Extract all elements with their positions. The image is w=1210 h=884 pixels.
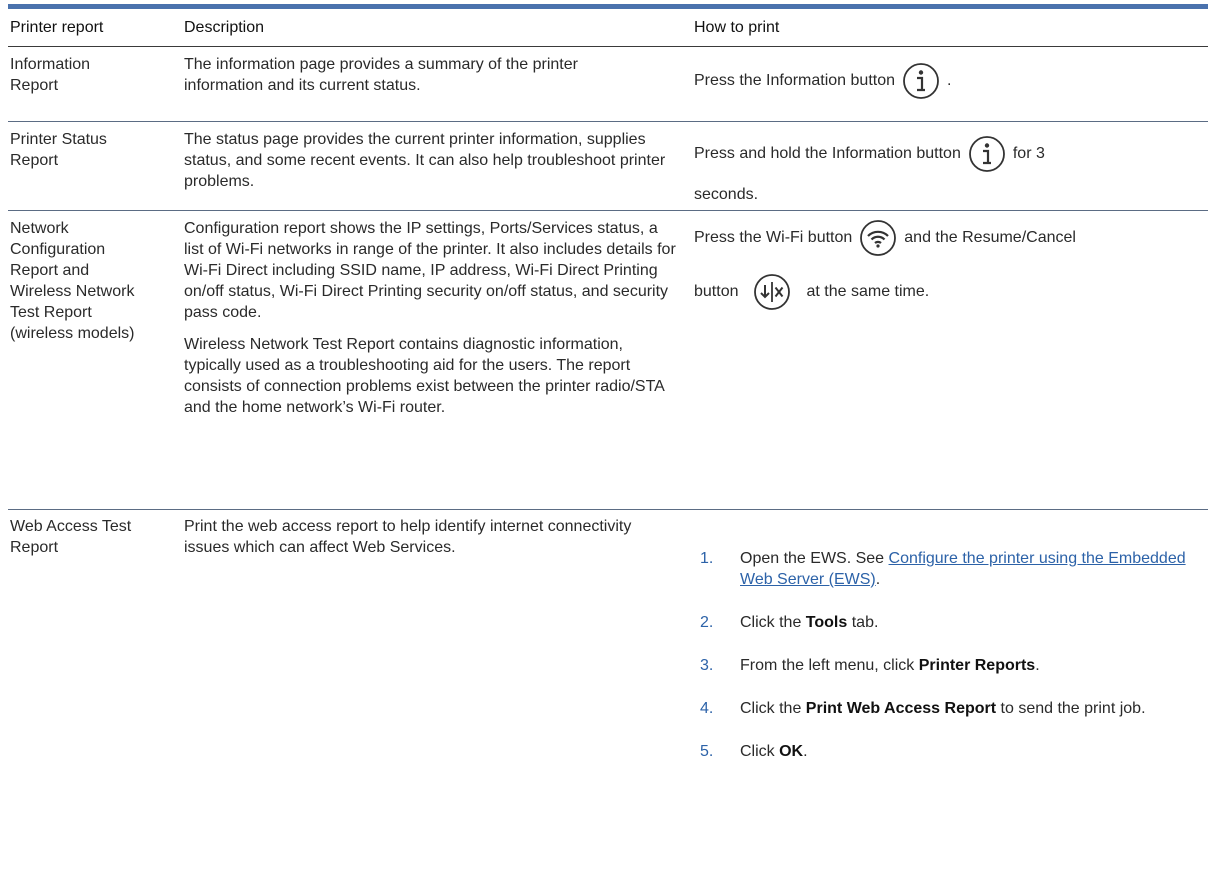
list-item: 2. Click the Tools tab. [688,612,1208,633]
table-row: Network Configuration Report and Wireles… [8,211,1208,510]
header-printer-report: Printer report [10,18,104,36]
report-name: Printer Status Report [10,131,107,169]
description-paragraph: Wireless Network Test Report contains di… [184,336,664,416]
report-name: Web Access Test Report [10,518,132,556]
table-row: Information Report The information page … [8,47,1208,122]
report-description: The information page provides a summary … [184,56,578,94]
report-name: Information Report [10,56,91,94]
list-item: 5. Click OK. [688,741,1208,762]
step-text: Open the EWS. See Configure the printer … [740,548,1190,590]
report-name: Network Configuration Report and Wireles… [10,220,135,342]
how-text-end: for 3 [1012,145,1045,162]
table-row: Web Access Test Report Print the web acc… [8,510,1208,850]
information-icon [901,61,941,101]
printer-reports-table: Printer report Description How to print … [8,9,1208,850]
step-text-part: tab. [847,614,879,631]
step-number: 1. [700,550,714,567]
steps-list: 1. Open the EWS. See Configure the print… [688,510,1208,762]
resume-cancel-icon [752,272,792,312]
step-text-part: Click [740,743,780,760]
how-text-end: . [947,72,952,89]
step-number: 3. [700,657,714,674]
step-text-part: Open the EWS. See [740,550,889,567]
header-description: Description [184,18,265,36]
list-item: 3. From the left menu, click Printer Rep… [688,655,1208,676]
step-bold: OK [779,743,804,760]
step-text: From the left menu, click Printer Report… [740,655,1190,676]
information-icon [967,134,1007,174]
list-item: 1. Open the EWS. See Configure the print… [688,548,1208,590]
step-text: Click OK. [740,741,1190,762]
wifi-icon [858,218,898,258]
table-header-row: Printer report Description How to print [8,9,1208,47]
step-text-part: to send the print job. [996,700,1146,717]
step-text-part: Click the [740,700,806,717]
step-text-part: From the left menu, click [740,657,919,674]
how-text-end: and the Resume/Cancel [904,229,1076,246]
header-how-to-print: How to print [694,18,780,36]
how-text: Press the Information button [694,72,895,89]
how-text: Press the Wi-Fi button [694,229,853,246]
how-to-print: Press and hold the Information button fo… [688,122,1208,210]
how-to-print: Press the Information button . [688,47,1208,121]
how-text: button [694,283,739,300]
how-text: Press and hold the Information button [694,145,961,162]
step-number: 5. [700,743,714,760]
step-text-part: . [1035,657,1040,674]
how-text-line2: seconds. [694,186,759,203]
how-to-print: Press the Wi-Fi button and the Resume/Ca… [688,211,1208,509]
report-description: Configuration report shows the IP settin… [176,211,688,509]
step-number: 2. [700,614,714,631]
list-item: 4. Click the Print Web Access Report to … [688,698,1208,719]
step-text-part: . [875,571,881,588]
step-text-part: Click the [740,614,806,631]
step-bold: Tools [805,614,848,631]
step-bold: Print Web Access Report [805,700,997,717]
how-text-end: at the same time. [806,283,930,300]
table-row: Printer Status Report The status page pr… [8,122,1208,211]
description-paragraph: Configuration report shows the IP settin… [184,220,676,321]
step-bold: Printer Reports [918,657,1036,674]
step-text: Click the Print Web Access Report to sen… [740,698,1160,719]
how-to-print: 1. Open the EWS. See Configure the print… [688,510,1208,850]
step-text-part: . [803,743,808,760]
report-description: The status page provides the current pri… [184,131,666,190]
report-description: Print the web access report to help iden… [184,518,632,556]
step-number: 4. [700,700,714,717]
step-text: Click the Tools tab. [740,612,1190,633]
